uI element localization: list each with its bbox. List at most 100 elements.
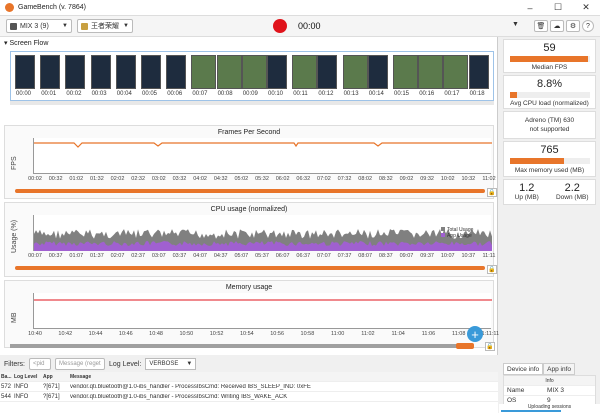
screen-thumbnail[interactable] — [141, 55, 161, 89]
x-tick-label: 10:52 — [209, 331, 224, 337]
x-tick-label: 08:37 — [378, 253, 393, 259]
thumbnail-time: 00:18 — [469, 91, 485, 97]
fps-panel: Frames Per Second FPS 00:02 00:32 01:02 01:… — [4, 125, 497, 199]
settings-button[interactable]: ⚙ — [566, 20, 580, 32]
memory-panel: Memory usage MB 10:40 10:42 10:44 10:46 10:4… — [4, 280, 499, 348]
app-icon — [81, 22, 88, 30]
chevron-down-icon: ▼ — [123, 23, 129, 29]
device-dropdown[interactable]: MIX 3 (9) ▼ — [6, 19, 72, 33]
log-row[interactable]: 572 INFO ?[671] vendor.qti.bluetooth@1.0… — [0, 382, 498, 392]
cloud-upload-button[interactable]: ☁ — [550, 20, 564, 32]
x-tick-label: 02:32 — [131, 176, 146, 182]
memory-slider-handle[interactable] — [456, 343, 474, 349]
maximize-button[interactable]: ☐ — [544, 0, 572, 16]
pid-filter-input[interactable]: <pid — [29, 358, 51, 370]
thumbnail-time: 00:08 — [217, 91, 233, 97]
screen-flow-scrollbar[interactable] — [10, 101, 494, 105]
col-header[interactable]: App — [43, 374, 70, 380]
median-fps-value: 59 — [543, 42, 556, 54]
delete-button[interactable]: 🗑 — [534, 20, 548, 32]
lock-icon[interactable]: 🔒 — [485, 342, 495, 351]
main-panel: ▾ Screen Flow 00:00 00:01 00:02 00:03 00:04 0… — [0, 37, 499, 355]
x-tick-label: 10:40 — [28, 331, 42, 337]
tab-app-info[interactable]: App info — [543, 363, 576, 375]
record-button[interactable] — [273, 19, 287, 33]
cpu-area — [34, 229, 492, 251]
screen-thumbnail[interactable] — [65, 55, 86, 89]
thumbnail-time: 00:09 — [242, 91, 258, 97]
median-fps-label: Median FPS — [531, 64, 568, 71]
cpu-range-slider[interactable] — [15, 266, 485, 270]
screen-thumbnail[interactable] — [342, 55, 368, 89]
network-card: 1.2 Up (MB) 2.2 Down (MB) — [503, 179, 596, 205]
log-cell: 572 — [1, 383, 12, 390]
screen-thumbnail[interactable] — [418, 55, 444, 89]
tab-device-info[interactable]: Device info — [503, 363, 544, 375]
x-tick-label: 11:11 — [482, 253, 496, 259]
screen-flow-header[interactable]: ▾ Screen Flow — [4, 39, 48, 47]
x-tick-label: 03:02 — [151, 176, 166, 182]
stats-sidebar: 59 Median FPS 8.8% Avg CPU load (normali… — [499, 37, 600, 413]
x-tick-label: 07:02 — [317, 176, 331, 182]
screen-thumbnail[interactable] — [15, 55, 35, 89]
app-dropdown[interactable]: 王者荣耀 ▼ — [77, 19, 133, 33]
memory-range-slider[interactable] — [10, 344, 460, 348]
info-tabs: Device info App info — [503, 363, 596, 375]
cpu-title: CPU usage (normalized) — [210, 206, 288, 213]
screen-thumbnail[interactable] — [367, 55, 388, 89]
help-button[interactable]: ? — [582, 20, 594, 32]
log-row[interactable]: 544 INFO ?[671] vendor.qti.bluetooth@1.0… — [0, 392, 498, 402]
screen-flow-strip[interactable]: 00:00 00:01 00:02 00:03 00:04 00:05 00:06 00:07… — [10, 51, 494, 101]
thumbnail-time: 00:03 — [91, 91, 107, 97]
screen-thumbnail[interactable] — [216, 55, 242, 89]
fps-range-slider[interactable] — [15, 189, 485, 193]
minimize-button[interactable]: – — [516, 0, 544, 16]
x-tick-label: 04:02 — [193, 176, 207, 182]
x-tick-label: 03:07 — [151, 253, 166, 259]
log-table: Ba... Log Level App Message 572 INFO ?[6… — [0, 372, 498, 413]
screen-thumbnail[interactable] — [191, 55, 217, 89]
x-tick-label: 01:37 — [90, 253, 104, 259]
log-cell: INFO — [14, 383, 29, 390]
col-header[interactable]: Ba... — [0, 374, 14, 380]
screen-thumbnail[interactable] — [468, 55, 489, 89]
down-value: 2.2 — [564, 182, 580, 194]
x-tick-label: 01:02 — [69, 176, 84, 182]
x-tick-label: 00:37 — [48, 253, 63, 259]
x-tick-label: 09:37 — [420, 253, 434, 259]
close-button[interactable]: ✕ — [572, 0, 600, 16]
screen-thumbnail[interactable] — [317, 55, 338, 89]
x-tick-label: 06:37 — [296, 253, 311, 259]
screen-thumbnail[interactable] — [267, 55, 287, 89]
x-tick-label: 08:02 — [358, 176, 373, 182]
log-cell: ?[671] — [43, 383, 60, 390]
lock-icon[interactable]: 🔒 — [487, 188, 497, 197]
add-marker-button[interactable]: + — [467, 326, 483, 342]
chevron-down-icon[interactable]: ▼ — [512, 21, 519, 28]
message-filter-input[interactable]: Message (reget — [55, 358, 105, 370]
log-cell: ?[671] — [43, 393, 60, 400]
memory-value: 765 — [540, 144, 559, 156]
screen-thumbnail[interactable] — [115, 55, 136, 89]
screen-thumbnail[interactable] — [241, 55, 267, 89]
session-timer: 00:00 — [298, 21, 321, 31]
screen-thumbnail[interactable] — [90, 55, 111, 89]
screen-thumbnail[interactable] — [292, 55, 318, 89]
gpu-status: not supported — [529, 126, 570, 133]
cpu-xaxis: 00:07 00:37 01:07 01:37 02:07 02:37 03:07 03:37… — [28, 253, 495, 261]
screen-thumbnail[interactable] — [166, 55, 187, 89]
upload-progress — [501, 410, 561, 412]
col-header[interactable]: Message — [70, 374, 498, 380]
fps-xaxis: 00:02 00:32 01:02 01:32 02:02 02:32 03:02 03:32… — [28, 176, 496, 184]
info-header: Info — [504, 376, 595, 386]
screen-thumbnail[interactable] — [40, 55, 61, 89]
screen-thumbnail[interactable] — [393, 55, 418, 89]
screen-flow-label: Screen Flow — [9, 40, 49, 47]
x-tick-label: 11:08 — [452, 331, 466, 337]
screen-thumbnail[interactable] — [443, 55, 469, 89]
lock-icon[interactable]: 🔒 — [487, 265, 497, 274]
x-tick-label: 00:02 — [28, 176, 42, 182]
log-level-select[interactable]: VERBOSE ▼ — [145, 358, 197, 370]
window-title: GameBench (v. 7864) — [18, 4, 86, 11]
col-header[interactable]: Log Level — [14, 374, 43, 380]
